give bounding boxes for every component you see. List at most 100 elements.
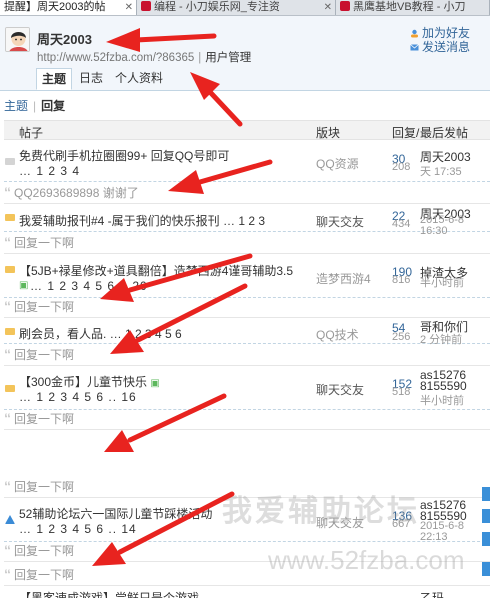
quote-mark-icon: “ — [4, 346, 11, 362]
thread-title[interactable]: 我爱辅助报刊#4 -属于我们的快乐报刊 … 1 2 3 — [19, 212, 265, 229]
thread-pages[interactable]: … 1 2 3 4 5 6 .. 14 — [19, 522, 137, 536]
reply-text: 回复一下啊 — [14, 300, 75, 314]
thread-row: 刷会员，看人品. … 1 2 3 4 5 6 QQ技术 54 256 哥和你们 … — [4, 320, 490, 346]
user-name[interactable]: 周天2003 — [37, 29, 92, 48]
reply-text: QQ2693689898 谢谢了 — [14, 186, 139, 200]
separator: | — [198, 52, 202, 64]
column-last-post: 最后发帖 — [420, 126, 469, 140]
add-friend-icon — [410, 29, 418, 38]
last-post-user[interactable]: as15276 8155590 — [420, 499, 474, 522]
thread-status-icon — [5, 266, 15, 273]
side-toolbar-button[interactable] — [482, 487, 490, 501]
tab-label: 提醒】周天2003的帖 — [4, 1, 106, 13]
user-tabs: 主题 日志 个人资料 — [36, 68, 170, 91]
send-message-button[interactable]: 发送消息 — [410, 38, 470, 55]
thread-forum[interactable]: QQ技术 — [316, 326, 359, 343]
column-replies-views: 回复/查看 — [392, 126, 420, 140]
user-manage-link[interactable]: 用户管理 — [205, 52, 251, 64]
thread-views: 208 — [392, 161, 411, 173]
last-post-user[interactable]: 乙玛 — [420, 589, 444, 598]
thread-forum[interactable]: 造梦西游4 — [316, 270, 371, 287]
subnav-replies-link[interactable]: 回复 — [41, 99, 65, 113]
watermark-url: www.52fzba.com — [268, 545, 465, 575]
thread-title[interactable]: 【300金币】儿童节快乐 ▣ — [19, 373, 160, 390]
quote-mark-icon: “ — [4, 298, 11, 314]
annotation-arrowhead — [104, 430, 134, 452]
reply-text: 回复一下啊 — [14, 568, 75, 582]
tab-profile[interactable]: 个人资料 — [110, 68, 168, 90]
last-post-time: 半小时前 — [420, 395, 464, 407]
side-toolbar-button[interactable] — [482, 532, 490, 546]
quote-mark-icon: “ — [4, 478, 11, 494]
thread-row: 免费代刷手机拉圈圈99+ 回复QQ号即可 … 1 2 3 4 QQ资源 30 2… — [4, 142, 490, 182]
close-icon[interactable]: ✕ — [324, 0, 332, 15]
reply-quote[interactable]: “回复一下啊 — [4, 234, 490, 254]
reply-quote[interactable]: “回复一下啊 — [4, 298, 490, 318]
column-forum: 版块 — [316, 126, 341, 140]
thread-pages[interactable]: … 1 2 3 4 5 6 .. 20 — [30, 279, 148, 293]
quote-mark-icon: “ — [4, 410, 11, 426]
side-toolbar-button[interactable] — [482, 562, 490, 576]
last-post-time: 天 17:35 — [420, 166, 462, 178]
reply-quote[interactable]: “QQ2693689898 谢谢了 — [4, 184, 490, 204]
user-header: 周天2003 http://www.52fzba.com/?86365 | 用户管理… — [0, 16, 490, 91]
thread-status-icon — [5, 385, 15, 392]
avatar[interactable] — [5, 27, 30, 52]
column-post: 帖子 — [19, 126, 44, 140]
browser-tab-reminder[interactable]: 提醒】周天2003的帖 ✕ — [0, 0, 137, 15]
close-icon[interactable]: ✕ — [125, 0, 133, 15]
thread-title[interactable]: 52辅助论坛六一国际儿童节踩楼活动 — [19, 505, 212, 522]
tab-blog[interactable]: 日志 — [74, 68, 108, 90]
thread-views: 518 — [392, 386, 411, 398]
user-space-url-line: http://www.52fzba.com/?86365 | 用户管理 — [37, 49, 251, 65]
thread-title[interactable]: 【5JB+禄星修改+道具翻倍】造梦西游4谨哥辅助3.5 — [19, 262, 293, 279]
last-post-time: 2 分钟前 — [420, 334, 463, 346]
thread-forum[interactable]: QQ资源 — [316, 155, 359, 172]
reply-text: 回复一下啊 — [14, 544, 75, 558]
subnav-topics-link[interactable]: 主题 — [4, 99, 28, 113]
thread-forum[interactable]: 聊天交友 — [316, 381, 364, 398]
user-space-url[interactable]: http://www.52fzba.com/?86365 — [37, 52, 194, 64]
thread-row: 我爱辅助报刊#4 -属于我们的快乐报刊 … 1 2 3 聊天交友 22 434 … — [4, 206, 490, 237]
quote-mark-icon: “ — [4, 566, 11, 582]
thread-title[interactable]: 【黑客速成游戏】尝鲜只是个游戏… — [19, 589, 211, 598]
thread-pages[interactable]: … 1 2 3 4 5 6 .. 16 — [19, 390, 137, 404]
thread-views: 816 — [392, 274, 411, 286]
sub-navigation: 主题 | 回复 — [4, 97, 65, 114]
last-post-time: 2015-6-8 22:13 — [420, 520, 465, 543]
thread-pages[interactable]: … 1 2 3 4 — [19, 164, 80, 178]
tab-label: 黑鹰基地VB教程 - 小刀 — [353, 1, 466, 13]
watermark-logo: 我爱辅助论坛 — [222, 495, 420, 528]
browser-tab-programming[interactable]: 编程 - 小刀娱乐网_专注资 ✕ — [137, 0, 336, 15]
thread-views: 434 — [392, 218, 411, 230]
send-message-label: 发送消息 — [421, 40, 470, 54]
thread-views: 256 — [392, 331, 411, 343]
tab-topics[interactable]: 主题 — [36, 68, 73, 90]
avatar-face-icon — [6, 28, 29, 51]
browser-tab-vb[interactable]: 黑鹰基地VB教程 - 小刀 — [336, 0, 490, 15]
side-toolbar-button[interactable] — [482, 509, 490, 523]
quote-mark-icon: “ — [4, 234, 11, 250]
thread-title-text: 【300金币】儿童节快乐 — [19, 375, 148, 389]
thread-title[interactable]: 免费代刷手机拉圈圈99+ 回复QQ号即可 — [19, 147, 229, 164]
thread-forum[interactable]: 聊天交友 — [316, 213, 364, 230]
tab-label: 编程 - 小刀娱乐网_专注资 — [154, 1, 280, 13]
new-badge-icon: ▣ — [150, 378, 160, 389]
thread-status-icon — [5, 214, 15, 221]
site-favicon-icon — [141, 1, 151, 11]
thread-row: 【黑客速成游戏】尝鲜只是个游戏… 乙玛 — [4, 588, 490, 598]
browser-tab-strip: 提醒】周天2003的帖 ✕ 编程 - 小刀娱乐网_专注资 ✕ 黑鹰基地VB教程 … — [0, 0, 490, 16]
site-favicon-icon — [340, 1, 350, 11]
thread-title[interactable]: 刷会员，看人品. … 1 2 3 4 5 6 — [19, 325, 182, 342]
thread-status-icon — [5, 328, 15, 335]
last-post-user[interactable]: as15276 8155590 — [420, 369, 474, 392]
reply-text: 回复一下啊 — [14, 480, 75, 494]
hot-thread-arrow-icon — [5, 515, 15, 524]
reply-quote[interactable]: “回复一下啊 — [4, 410, 490, 430]
thread-row: 【5JB+禄星修改+道具翻倍】造梦西游4谨哥辅助3.5 ▣ … 1 2 3 4 … — [4, 258, 490, 298]
reply-quote[interactable]: “回复一下啊 — [4, 346, 490, 366]
separator: | — [33, 99, 37, 113]
quote-mark-icon: “ — [4, 184, 11, 200]
thread-list-header: 帖子 版块 回复/查看 最后发帖 — [4, 120, 490, 140]
message-icon — [410, 44, 419, 51]
